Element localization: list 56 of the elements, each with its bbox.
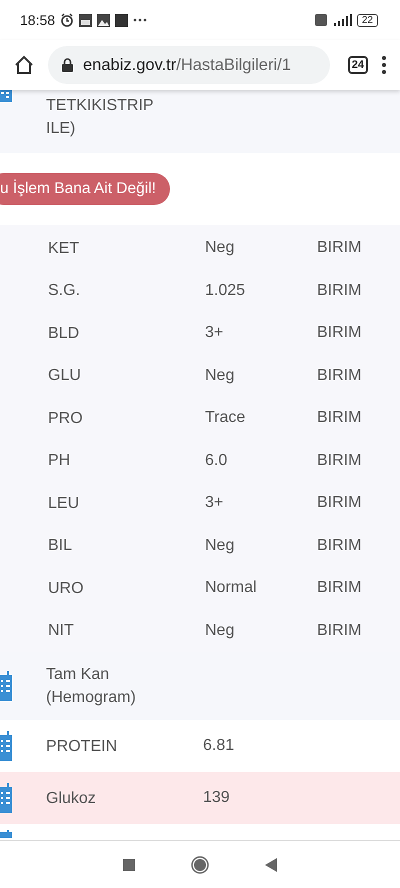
parameter-name: GLU (48, 366, 82, 386)
back-button[interactable] (265, 858, 277, 872)
tab-count-button[interactable]: 24 (348, 56, 368, 74)
unit-label: BIRIM (317, 494, 362, 512)
lock-icon (62, 58, 73, 72)
battery-level: 22 (356, 14, 378, 26)
unit-label: BIRIM (317, 622, 362, 640)
unit-label: BIRIM (317, 366, 362, 385)
parameter-name: URO (48, 578, 85, 599)
result-value: Neg (205, 536, 236, 555)
parameter-name: LEU (48, 494, 80, 514)
image-icon (97, 14, 110, 26)
home-icon[interactable] (14, 55, 34, 75)
parameter-name: BIL (48, 536, 74, 556)
unit-label: BIRIM (317, 324, 362, 342)
result-value: Neg (205, 239, 236, 258)
signal-icon (332, 14, 352, 26)
alarm-icon (60, 13, 74, 27)
parameter-name: PRO (48, 408, 84, 429)
parameter-name: KET (48, 238, 80, 259)
result-value: 6.81 (203, 737, 234, 755)
test-name: TETKIKISTRIP ILE) (46, 96, 154, 139)
result-value: Trace (205, 409, 246, 428)
parameter-name: PH (48, 451, 72, 472)
menu-icon[interactable] (382, 56, 386, 74)
result-value: Neg (205, 622, 236, 640)
unit-label: BIRIM (317, 282, 362, 300)
test-name: Glukoz (46, 788, 97, 808)
test-name: Tam Kan (Hemogram) (46, 665, 137, 708)
square-icon (115, 14, 128, 26)
home-button[interactable] (191, 856, 209, 874)
result-value: 3+ (205, 324, 224, 342)
result-value: Neg (205, 366, 236, 385)
result-value: Normal (205, 579, 258, 598)
status-time: 18:58 (20, 12, 56, 28)
result-value: 3+ (205, 494, 224, 512)
parameter-name: BLD (48, 324, 80, 344)
report-button[interactable]: u İşlem Bana Ait Değil! (0, 173, 170, 205)
test-row[interactable]: Tam Kan (Hemogram) (0, 652, 400, 720)
recents-button[interactable] (123, 858, 135, 870)
parameter-name: S.G. (48, 281, 82, 302)
more-notifications-icon (133, 18, 148, 22)
unit-label: BIRIM (317, 536, 362, 555)
unit-label: BIRIM (317, 452, 362, 470)
address-bar[interactable]: enabiz.gov.tr/HastaBilgileri/1 (48, 46, 330, 84)
unit-label: BIRIM (317, 239, 362, 258)
result-value: 139 (203, 789, 230, 807)
result-value: 6.0 (205, 452, 228, 470)
unit-label: BIRIM (317, 579, 362, 598)
url-text: enabiz.gov.tr/HastaBilgileri/1 (83, 56, 291, 74)
flagged-test-row[interactable]: Glukoz 139 (0, 772, 400, 824)
notification-icon (79, 14, 92, 26)
result-value: 1.025 (205, 282, 246, 300)
parameter-name: NIT (48, 621, 75, 642)
unit-label: BIRIM (317, 409, 362, 428)
test-name: PROTEIN (46, 736, 118, 756)
